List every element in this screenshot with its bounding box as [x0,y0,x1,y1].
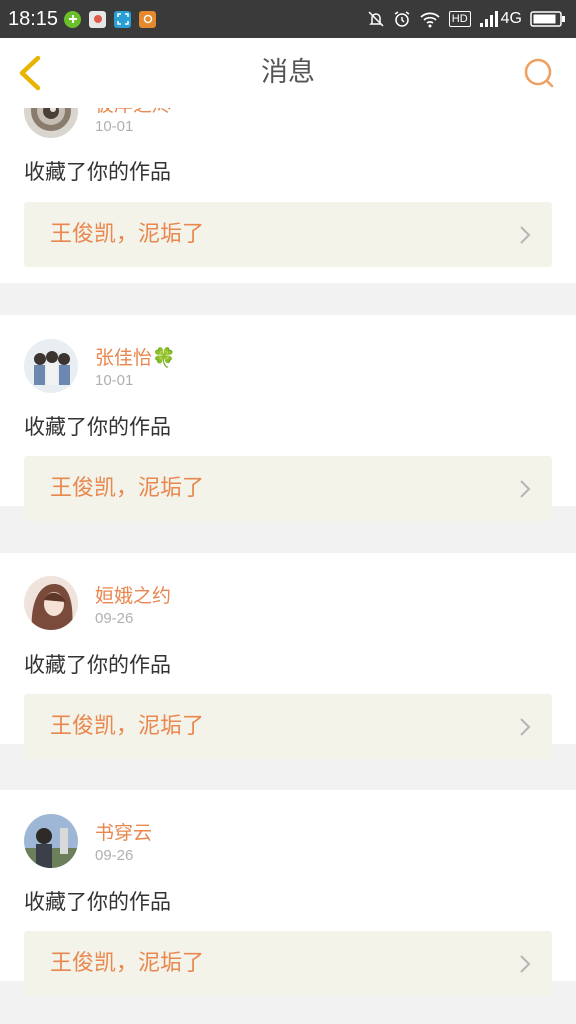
message-date: 10-01 [95,372,134,389]
message-card: 张佳怡🍀 10-01 收藏了你的作品 王俊凯，泥垢了 [0,315,576,521]
plus-circle-icon [64,10,81,28]
status-time: 18:15 [8,7,59,30]
work-link[interactable]: 王俊凯，泥垢了 [24,931,552,996]
alarm-icon [394,11,410,27]
username[interactable]: 姮娥之约 [95,581,171,608]
work-link[interactable]: 王俊凯，泥垢了 [24,202,552,267]
chevron-right-icon [520,226,531,244]
action-text: 收藏了你的作品 [24,890,171,914]
hd-icon: HD [448,11,471,27]
battery-icon [530,11,565,27]
work-title: 王俊凯，泥垢了 [50,714,205,739]
page-title: 消息 [261,57,315,88]
header-bar: 消息 [0,38,576,109]
chevron-right-icon [520,718,531,736]
message-card: 彼岸之烬 10-01 收藏了你的作品 王俊凯，泥垢了 [0,108,576,283]
message-list: 彼岸之烬 10-01 收藏了你的作品 王俊凯，泥垢了 张佳怡🍀 10-01 收藏… [0,108,576,1024]
work-title: 王俊凯，泥垢了 [50,222,205,247]
action-text: 收藏了你的作品 [24,160,171,184]
chevron-left-icon [19,55,41,91]
message-date: 09-26 [95,847,134,864]
message-date: 09-26 [95,610,134,627]
work-title: 王俊凯，泥垢了 [50,476,205,501]
avatar[interactable] [24,339,78,393]
avatar[interactable] [24,108,78,138]
signal-icon [479,11,498,27]
work-link[interactable]: 王俊凯，泥垢了 [24,456,552,521]
app-icon [89,10,106,28]
mute-bell-icon [368,11,384,27]
avatar[interactable] [24,814,78,868]
search-icon [524,58,554,88]
work-title: 王俊凯，泥垢了 [50,951,205,976]
username[interactable]: 张佳怡🍀 [95,343,176,370]
username[interactable]: 彼岸之烬 [95,108,171,117]
network-type: 4G [500,10,522,27]
chevron-right-icon [520,955,531,973]
work-link[interactable]: 王俊凯，泥垢了 [24,694,552,759]
username[interactable]: 书穿云 [95,818,152,845]
action-text: 收藏了你的作品 [24,653,171,677]
message-card: 书穿云 09-26 收藏了你的作品 王俊凯，泥垢了 [0,790,576,996]
action-text: 收藏了你的作品 [24,415,171,439]
message-date: 10-01 [95,118,134,135]
search-button[interactable] [520,54,558,92]
chevron-right-icon [520,480,531,498]
status-bar: 18:15 HD 4G [0,0,576,38]
message-card: 姮娥之约 09-26 收藏了你的作品 王俊凯，泥垢了 [0,553,576,759]
status-right: HD 4G [367,0,566,38]
wifi-icon [420,12,440,28]
camera-icon [139,10,156,28]
scan-icon [114,10,131,28]
back-button[interactable] [12,53,52,93]
avatar[interactable] [24,576,78,630]
